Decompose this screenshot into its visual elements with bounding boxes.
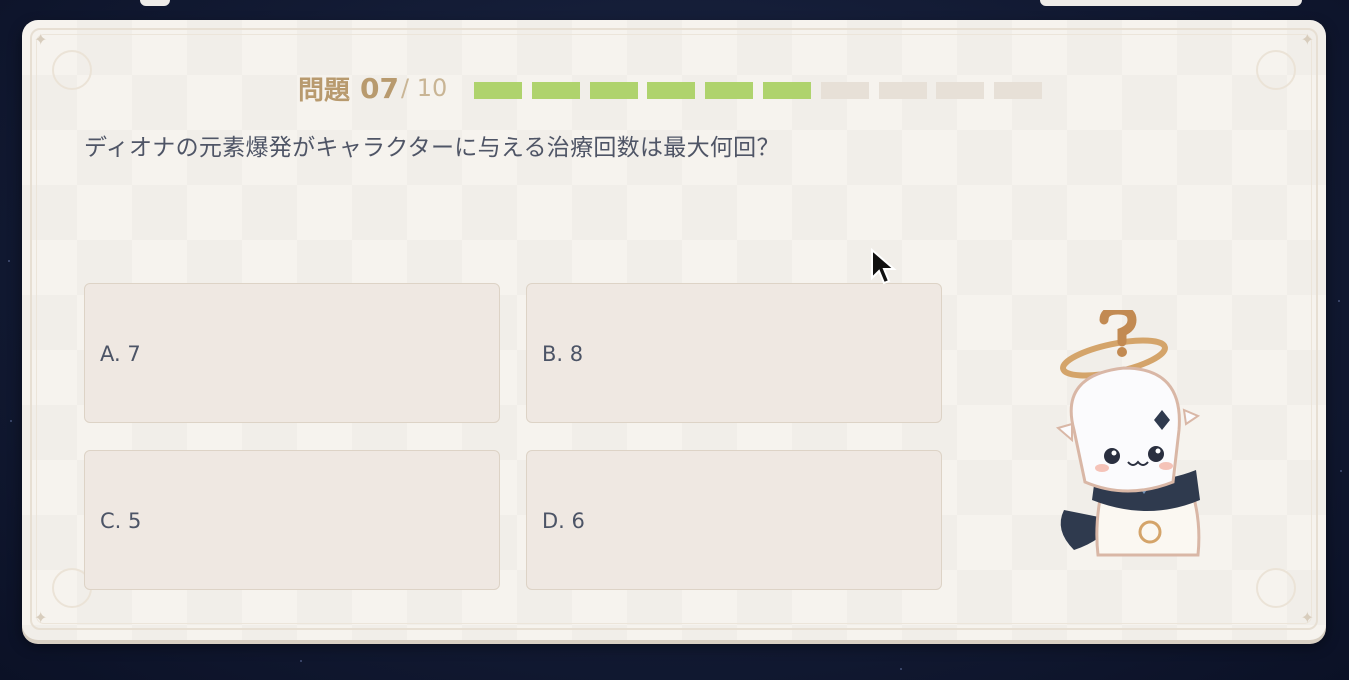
- answer-option-b[interactable]: B. 8: [526, 283, 942, 423]
- progress-segment-complete: [647, 82, 696, 99]
- question-current-number: 07: [360, 71, 399, 105]
- answer-option-d[interactable]: D. 6: [526, 450, 942, 590]
- mouse-cursor-icon: [871, 248, 897, 285]
- paimon-mascot-icon: [1055, 310, 1201, 557]
- top-bar-fragment: [140, 0, 170, 6]
- corner-ornament-icon: ✦: [34, 608, 48, 627]
- background-star: [10, 420, 12, 422]
- answer-option-label: D. 6: [542, 509, 585, 533]
- corner-ornament-icon: ✦: [1300, 30, 1314, 49]
- answer-option-a[interactable]: A. 7: [84, 283, 500, 423]
- progress-segment-pending: [878, 82, 927, 99]
- progress-segment-complete: [705, 82, 754, 99]
- answer-option-label: A. 7: [100, 342, 141, 366]
- progress-segment-complete: [762, 82, 811, 99]
- background-star: [300, 660, 302, 662]
- question-counter: 問題 07 / 10: [298, 68, 447, 108]
- progress-segment-complete: [589, 82, 638, 99]
- knot-ornament-icon: [52, 50, 92, 90]
- quiz-card: ✦ ✦ ✦ ✦ 問題 07 / 10 ディオナの元素爆発がキャラクターに与える治…: [22, 20, 1326, 640]
- knot-ornament-icon: [1256, 50, 1296, 90]
- top-bar-fragment: [1040, 0, 1302, 6]
- corner-ornament-icon: ✦: [1300, 608, 1314, 627]
- progress-segment-pending: [936, 82, 985, 99]
- knot-ornament-icon: [1256, 568, 1296, 608]
- progress-segment-pending: [820, 82, 869, 99]
- corner-ornament-icon: ✦: [34, 30, 48, 49]
- question-total: / 10: [400, 74, 448, 102]
- progress-bar: [474, 82, 1052, 99]
- question-text: ディオナの元素爆発がキャラクターに与える治療回数は最大何回？: [84, 135, 780, 161]
- answer-option-label: C. 5: [100, 509, 142, 533]
- background-star: [900, 668, 902, 670]
- progress-segment-complete: [531, 82, 580, 99]
- background-star: [1338, 300, 1340, 302]
- progress-segment-pending: [994, 82, 1043, 99]
- background-star: [1340, 470, 1342, 472]
- progress-segment-complete: [474, 82, 522, 99]
- question-label: 問題: [298, 75, 351, 106]
- answer-option-label: B. 8: [542, 342, 584, 366]
- answer-option-c[interactable]: C. 5: [84, 450, 500, 590]
- background-star: [8, 260, 10, 262]
